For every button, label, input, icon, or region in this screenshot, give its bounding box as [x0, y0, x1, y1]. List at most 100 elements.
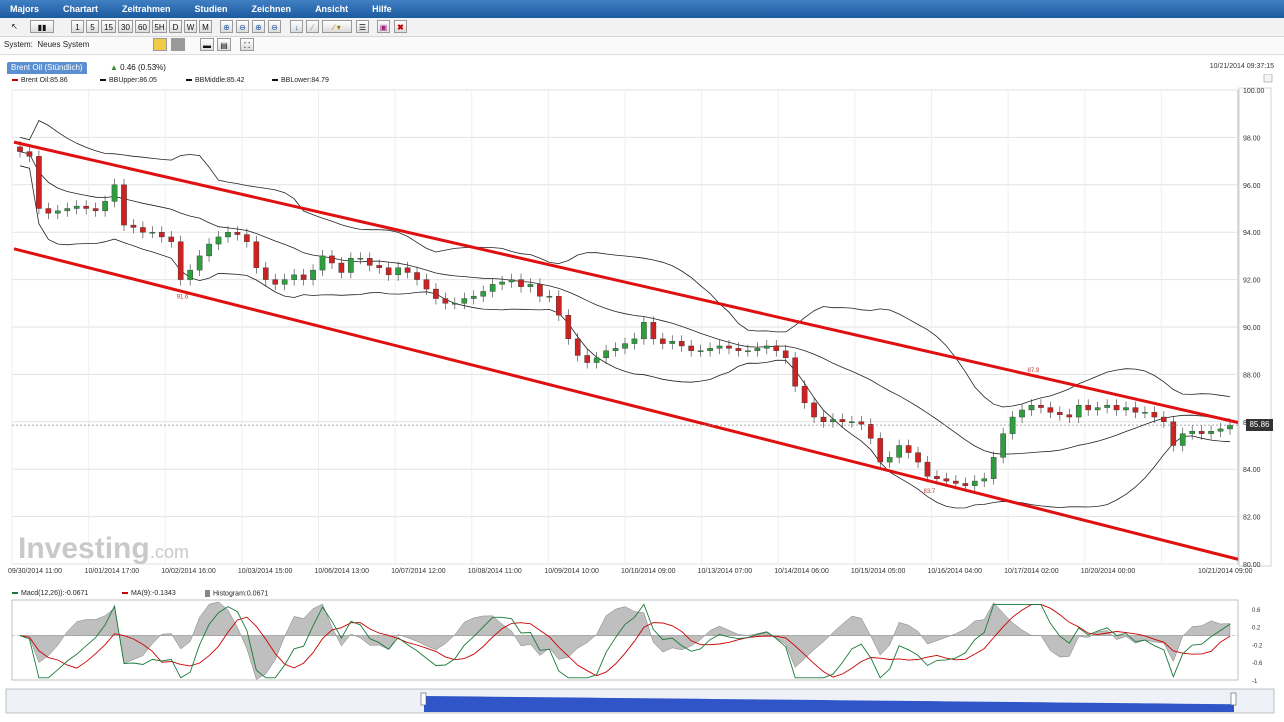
draw-tools-dropdown[interactable]: ∕ ▾ — [322, 20, 352, 33]
candle — [499, 282, 504, 284]
candle — [414, 272, 419, 279]
interval-w-button[interactable]: W — [184, 20, 197, 33]
system-open-icon[interactable] — [153, 38, 167, 51]
candle — [339, 263, 344, 272]
interval-15-button[interactable]: 15 — [101, 20, 116, 33]
layout-split-icon[interactable]: ▤ — [217, 38, 231, 51]
menu-zeichnen[interactable]: Zeichnen — [252, 0, 292, 18]
candle — [1133, 408, 1138, 413]
y-tick-label: 100.00 — [1243, 88, 1265, 95]
interval-m-button[interactable]: M — [199, 20, 212, 33]
interval-d-button[interactable]: D — [169, 20, 182, 33]
price-chart[interactable]: 100.0098.0096.0094.0092.0090.0088.0086.0… — [0, 74, 1284, 584]
candle — [670, 341, 675, 343]
zoom-in-icon[interactable]: ⊕ — [220, 20, 233, 33]
candle — [188, 270, 193, 279]
legend-histogram: Histogram:0.0671 — [205, 590, 268, 597]
candle — [386, 268, 391, 275]
zoom-out-icon[interactable]: ⊖ — [236, 20, 249, 33]
zoom-reset-icon[interactable]: ⊖ — [268, 20, 281, 33]
menu-zeitrahmen[interactable]: Zeitrahmen — [122, 0, 171, 18]
y-tick-label: 84.00 — [1243, 467, 1261, 474]
candle — [925, 462, 930, 476]
candle — [1161, 417, 1166, 422]
candle — [17, 147, 22, 152]
y-tick-label: 98.00 — [1243, 135, 1261, 142]
x-tick-label: 10/08/2014 11:00 — [468, 568, 522, 575]
candle — [793, 358, 798, 386]
legend-macd: Macd(12,26)):-0.0671 — [12, 590, 88, 597]
candle — [632, 339, 637, 344]
legend-ma9: MA(9):-0.1343 — [122, 590, 176, 597]
candle — [783, 351, 788, 358]
zoom-range-icon[interactable]: ⊕ — [252, 20, 265, 33]
menu-studien[interactable]: Studien — [195, 0, 228, 18]
candle — [377, 265, 382, 267]
candle — [547, 296, 552, 297]
macd-y-tick-label: -1 — [1252, 679, 1258, 684]
candle — [1180, 434, 1185, 446]
candle — [1104, 405, 1109, 407]
candle — [821, 417, 826, 422]
candle — [150, 232, 155, 233]
candle — [1019, 410, 1024, 417]
fit-icon[interactable]: ▣ — [377, 20, 390, 33]
candle — [254, 242, 259, 268]
candle — [225, 232, 230, 237]
menu-hilfe[interactable]: Hilfe — [372, 0, 392, 18]
instrument-tab[interactable]: Brent Oil (Stündlich) — [7, 62, 87, 74]
system-value[interactable]: Neues System — [37, 40, 89, 49]
candle — [897, 446, 902, 458]
y-tick-label: 90.00 — [1243, 325, 1261, 332]
menu-majors[interactable]: Majors — [10, 0, 39, 18]
candle — [556, 296, 561, 315]
candle — [405, 268, 410, 273]
candle — [206, 244, 211, 256]
x-tick-label: 10/17/2014 02:00 — [1004, 568, 1059, 575]
x-tick-label: 10/09/2014 10:00 — [544, 568, 599, 575]
system-bar: System: Neues System ▬ ▤ ⛶ — [0, 37, 1284, 55]
system-save-icon[interactable] — [171, 38, 185, 51]
x-tick-label: 10/21/2014 09:00 — [1198, 568, 1253, 575]
fullscreen-icon[interactable]: ⛶ — [240, 38, 254, 51]
x-tick-label: 10/02/2014 16:00 — [161, 568, 216, 575]
candle — [1086, 405, 1091, 410]
chart-type-icon[interactable]: ▮▮ — [30, 20, 54, 33]
interval-60-button[interactable]: 60 — [135, 20, 150, 33]
candle — [1208, 431, 1213, 433]
candle — [310, 270, 315, 279]
navigator-left-handle — [421, 693, 426, 705]
candle — [868, 424, 873, 438]
x-tick-label: 10/15/2014 05:00 — [851, 568, 906, 575]
macd-chart[interactable]: 0.60.2-0.2-0.6-1 — [0, 598, 1284, 684]
candle — [74, 206, 79, 208]
interval-5-button[interactable]: 5 — [86, 20, 99, 33]
candle — [679, 341, 684, 346]
y-tick-label: 88.00 — [1243, 372, 1261, 379]
cursor-icon[interactable]: ↖ — [8, 20, 21, 33]
navigator[interactable] — [0, 688, 1284, 716]
candle — [717, 346, 722, 348]
menu-chartart[interactable]: Chartart — [63, 0, 98, 18]
download-icon[interactable]: ↓ — [290, 20, 303, 33]
interval-5h-button[interactable]: 5H — [152, 20, 167, 33]
panel-minimize-icon — [1264, 74, 1272, 82]
candle — [707, 348, 712, 350]
grid-icon[interactable]: ☰ — [356, 20, 369, 33]
last-price-label: 85.86 — [1246, 419, 1273, 431]
layout-single-icon[interactable]: ▬ — [200, 38, 214, 51]
draw-line-icon[interactable]: ∕ — [306, 20, 319, 33]
macd-y-tick-label: 0.6 — [1252, 608, 1261, 614]
candle — [46, 209, 51, 214]
candle — [462, 299, 467, 304]
interval-1-button[interactable]: 1 — [71, 20, 84, 33]
close-icon[interactable]: ✖ — [394, 20, 407, 33]
candle — [849, 422, 854, 423]
candle — [698, 351, 703, 352]
interval-30-button[interactable]: 30 — [118, 20, 133, 33]
price-annotation: 91.6 — [177, 295, 189, 301]
menu-ansicht[interactable]: Ansicht — [315, 0, 348, 18]
x-tick-label: 10/14/2014 06:00 — [774, 568, 829, 575]
candle — [282, 280, 287, 285]
up-arrow-icon: ▲ — [110, 63, 118, 72]
